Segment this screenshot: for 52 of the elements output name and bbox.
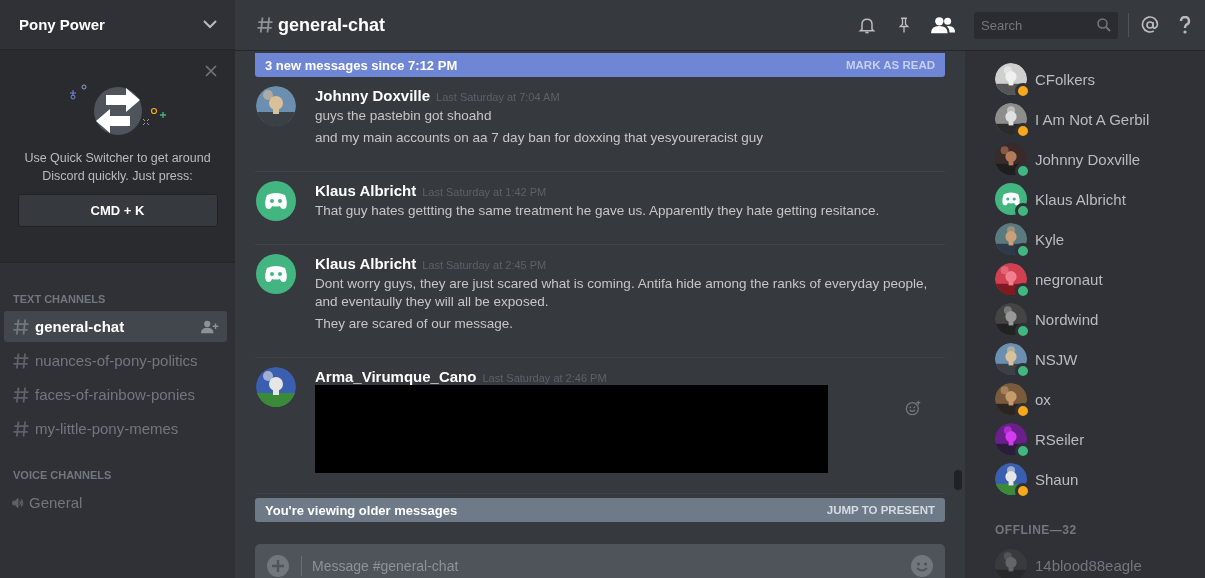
member-item[interactable]: NSJW <box>995 339 1205 379</box>
server-name: Pony Power <box>19 16 105 33</box>
controller-avatar-icon <box>256 181 296 221</box>
bell-icon[interactable] <box>857 15 877 35</box>
author-name[interactable]: Arma_Virumque_Cano <box>315 368 477 385</box>
add-reaction-icon[interactable] <box>905 400 921 416</box>
offline-heading: OFFLINE—32 <box>995 523 1077 537</box>
add-member-icon[interactable] <box>201 319 219 334</box>
scrollbar-thumb[interactable] <box>954 470 962 490</box>
message-text: and my main accounts on aa 7 day ban for doxxing that yesyoureracist guy <box>315 129 764 147</box>
author-name[interactable]: Klaus Albricht <box>315 182 417 199</box>
new-messages-text: 3 new messages since 7:12 PM <box>265 57 458 73</box>
member-item[interactable]: Shaun <box>995 459 1205 499</box>
hash-icon <box>255 15 275 35</box>
message-text: Dont worry guys, they are just scared what is coming. Antifa hide among the ranks of everyday people, and eventaully they will all be exposed. <box>315 275 929 311</box>
search-input[interactable]: Search <box>981 17 1081 33</box>
shortcut-key[interactable]: CMD + K <box>17 194 218 227</box>
member-item[interactable]: negronaut <box>995 259 1205 299</box>
quick-switcher-hint: Use Quick Switcher to get around Discord quickly. Just press: <box>23 150 212 185</box>
member-item[interactable]: I Am Not A Gerbil <box>995 99 1205 139</box>
speaker-icon <box>11 495 25 510</box>
channel-title: general-chat <box>278 14 386 36</box>
member-item[interactable]: CFolkers <box>995 59 1205 99</box>
hash-icon <box>11 418 31 439</box>
search-icon[interactable] <box>1097 18 1111 32</box>
hash-icon <box>11 316 31 337</box>
member-item[interactable]: RSeiler <box>995 419 1205 459</box>
message-text: They are scared of our message. <box>315 315 515 333</box>
member-item[interactable]: Nordwind <box>995 299 1205 339</box>
help-icon[interactable] <box>1179 16 1191 34</box>
hash-icon <box>11 350 31 371</box>
older-messages-text: You're viewing older messages <box>265 502 458 518</box>
plus-icon[interactable] <box>267 555 289 577</box>
message-composer[interactable]: Message #general-chat <box>255 544 945 578</box>
member-item[interactable]: Johnny Doxville <box>995 139 1205 179</box>
members-icon[interactable] <box>931 16 955 34</box>
hash-icon <box>11 384 31 405</box>
message-text: guys the pastebin got shoahd <box>315 107 493 125</box>
controller-avatar-icon <box>256 254 296 294</box>
member-item[interactable]: Klaus Albricht <box>995 179 1205 219</box>
mention-icon[interactable] <box>1141 16 1159 34</box>
message-input[interactable]: Message #general-chat <box>301 556 899 576</box>
close-icon[interactable] <box>205 65 217 77</box>
chevron-down-icon[interactable] <box>203 20 217 29</box>
member-item[interactable]: ox <box>995 379 1205 419</box>
channel-item[interactable]: general-chat <box>4 311 227 342</box>
message-text: That guy hates gettting the same treatment he gave us. Apparently they hate getting resitance. <box>315 202 881 220</box>
author-name[interactable]: Johnny Doxville <box>315 87 431 104</box>
emoji-icon[interactable] <box>911 555 933 577</box>
search-field[interactable]: Search <box>974 11 1118 39</box>
author-name[interactable]: Klaus Albricht <box>315 255 417 272</box>
member-item[interactable]: Kyle <box>995 219 1205 259</box>
